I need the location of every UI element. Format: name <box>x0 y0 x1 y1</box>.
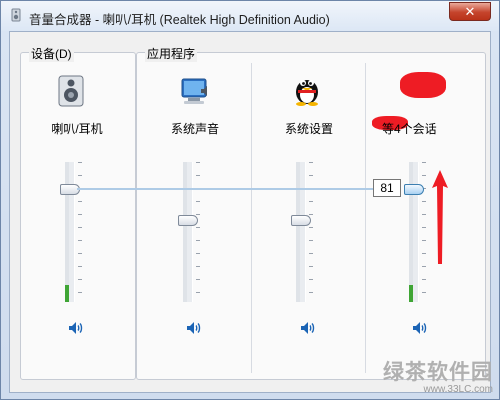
volume-tooltip: 81 <box>373 179 401 197</box>
slider-ticks <box>422 162 426 302</box>
column-name: 喇叭/耳机 <box>51 122 103 136</box>
volume-mixer-window: 音量合成器 - 喇叭/耳机 (Realtek High Definition A… <box>0 0 500 400</box>
close-button[interactable]: ✕ <box>449 2 491 21</box>
window-title: 音量合成器 - 喇叭/耳机 (Realtek High Definition A… <box>29 13 330 27</box>
mixer-client-area: 设备(D) 应用程序 喇叭/耳机 系统声音 系统设置 等4个会话 <box>9 31 491 393</box>
mute-speaker-icon[interactable] <box>410 320 430 336</box>
slider-ticks <box>78 162 82 302</box>
mute-speaker-icon[interactable] <box>298 320 318 336</box>
column-name: 等4个会话 <box>382 122 437 136</box>
mute-speaker-icon[interactable] <box>184 320 204 336</box>
column-name: 系统声音 <box>170 122 219 136</box>
redacted-app-icon <box>400 72 446 98</box>
device-group-label: 设备(D) <box>29 45 74 62</box>
peak-meter <box>409 162 413 302</box>
peak-meter <box>296 162 300 302</box>
close-icon: ✕ <box>464 3 476 19</box>
column-separator <box>251 63 252 373</box>
speaker-app-icon <box>9 8 23 22</box>
applications-group-label: 应用程序 <box>145 45 198 62</box>
slider-ticks <box>196 162 200 302</box>
mute-speaker-icon[interactable] <box>66 320 86 336</box>
title-bar[interactable]: 音量合成器 - 喇叭/耳机 (Realtek High Definition A… <box>1 1 499 31</box>
watermark: 绿茶软件园 www.33LC.com <box>383 356 493 395</box>
slider-ticks <box>309 162 313 302</box>
peak-meter <box>65 162 69 302</box>
qq-penguin-icon <box>290 72 324 106</box>
peak-meter <box>183 162 187 302</box>
volume-slider-thumb[interactable] <box>291 215 311 226</box>
annotation-arrow-icon <box>432 170 448 264</box>
volume-slider-thumb[interactable] <box>178 215 198 226</box>
volume-slider-thumb[interactable] <box>404 184 424 195</box>
volume-link-line <box>77 188 377 190</box>
column-separator <box>365 63 366 373</box>
column-name: 系统设置 <box>284 122 333 136</box>
system-sounds-icon <box>178 74 212 108</box>
watermark-brand: 绿茶软件园 <box>383 361 493 384</box>
speaker-device-icon <box>54 74 88 108</box>
